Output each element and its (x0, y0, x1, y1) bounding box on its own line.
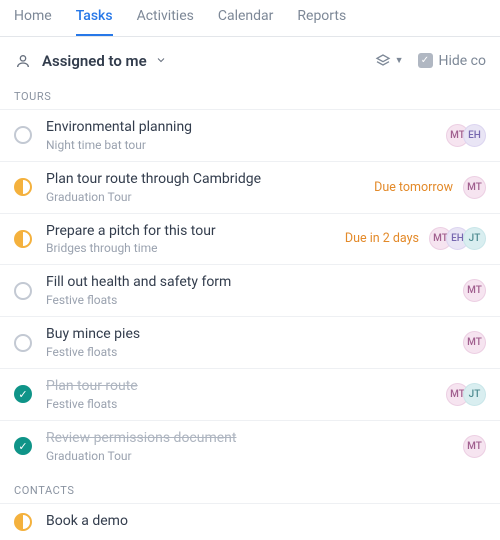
section-header: TOURS (0, 78, 500, 109)
person-icon (14, 52, 32, 70)
task-row[interactable]: Fill out health and safety form Festive f… (0, 264, 500, 316)
task-subtitle: Graduation Tour (46, 190, 374, 204)
task-status-empty[interactable] (14, 334, 32, 352)
avatar[interactable]: MT (463, 279, 486, 302)
task-avatars: MTEH (446, 124, 486, 147)
view-title[interactable]: Assigned to me (42, 52, 147, 70)
task-avatars: MT (463, 279, 486, 302)
avatar[interactable]: MT (463, 176, 486, 199)
hide-label: Hide co (439, 53, 487, 69)
task-row[interactable]: ✓ Plan tour route Festive floatsMTJT (0, 368, 500, 420)
avatar[interactable]: MT (463, 435, 486, 458)
task-title: Prepare a pitch for this tour (46, 223, 345, 240)
avatar[interactable]: MT (463, 331, 486, 354)
task-subtitle: Night time bat tour (46, 138, 446, 152)
task-title: Book a demo (46, 513, 486, 530)
task-avatars: MT (463, 331, 486, 354)
task-status-half[interactable] (14, 230, 32, 248)
task-subtitle: Festive floats (46, 345, 463, 359)
tab-calendar[interactable]: Calendar (218, 8, 274, 36)
task-subtitle: Festive floats (46, 397, 446, 411)
task-avatars: MT (463, 176, 486, 199)
task-texts: Environmental planning Night time bat tou… (46, 119, 446, 152)
task-status-half[interactable] (14, 513, 32, 531)
task-row[interactable]: Environmental planning Night time bat tou… (0, 109, 500, 161)
task-texts: Plan tour route through Cambridge Graduat… (46, 171, 374, 204)
task-row[interactable]: Book a demo (0, 503, 500, 540)
task-subtitle: Bridges through time (46, 241, 345, 255)
task-title: Environmental planning (46, 119, 446, 136)
toolbar: Assigned to me ▼ ✓ Hide co (0, 37, 500, 78)
main-tabs: Home Tasks Activities Calendar Reports (0, 0, 500, 37)
group-icon[interactable]: ▼ (375, 53, 404, 69)
task-status-empty[interactable] (14, 282, 32, 300)
task-subtitle: Festive floats (46, 293, 463, 307)
avatar[interactable]: EH (463, 124, 486, 147)
task-avatars: MTEHJT (429, 227, 486, 250)
task-texts: Review permissions document Graduation To… (46, 430, 463, 463)
task-title: Plan tour route (46, 378, 446, 395)
tab-tasks[interactable]: Tasks (76, 8, 113, 36)
section-header: CONTACTS (0, 472, 500, 503)
task-status-empty[interactable] (14, 126, 32, 144)
chevron-down-icon: ▼ (395, 55, 404, 66)
task-subtitle: Graduation Tour (46, 449, 463, 463)
hide-columns-toggle[interactable]: ✓ Hide co (418, 53, 487, 69)
tab-activities[interactable]: Activities (137, 8, 194, 36)
tab-reports[interactable]: Reports (297, 8, 346, 36)
avatar[interactable]: JT (463, 227, 486, 250)
task-title: Review permissions document (46, 430, 463, 447)
task-avatars: MTJT (446, 383, 486, 406)
task-status-half[interactable] (14, 178, 32, 196)
task-avatars: MT (463, 435, 486, 458)
task-status-done[interactable]: ✓ (14, 385, 32, 403)
task-title: Fill out health and safety form (46, 274, 463, 291)
task-texts: Buy mince pies Festive floats (46, 326, 463, 359)
tab-home[interactable]: Home (14, 8, 52, 36)
task-due: Due tomorrow (374, 180, 453, 195)
task-row[interactable]: ✓ Review permissions document Graduation T… (0, 420, 500, 472)
task-texts: Prepare a pitch for this tourBridges thr… (46, 223, 345, 256)
task-status-done[interactable]: ✓ (14, 437, 32, 455)
task-texts: Plan tour route Festive floats (46, 378, 446, 411)
chevron-down-icon[interactable] (155, 51, 167, 70)
task-row[interactable]: Prepare a pitch for this tourBridges thr… (0, 213, 500, 265)
task-title: Buy mince pies (46, 326, 463, 343)
checkmark-icon: ✓ (418, 53, 433, 68)
task-row[interactable]: Buy mince pies Festive floatsMT (0, 316, 500, 368)
task-texts: Book a demo (46, 513, 486, 530)
task-title: Plan tour route through Cambridge (46, 171, 374, 188)
task-due: Due in 2 days (345, 231, 419, 246)
avatar[interactable]: JT (463, 383, 486, 406)
task-texts: Fill out health and safety form Festive f… (46, 274, 463, 307)
task-row[interactable]: Plan tour route through Cambridge Graduat… (0, 161, 500, 213)
